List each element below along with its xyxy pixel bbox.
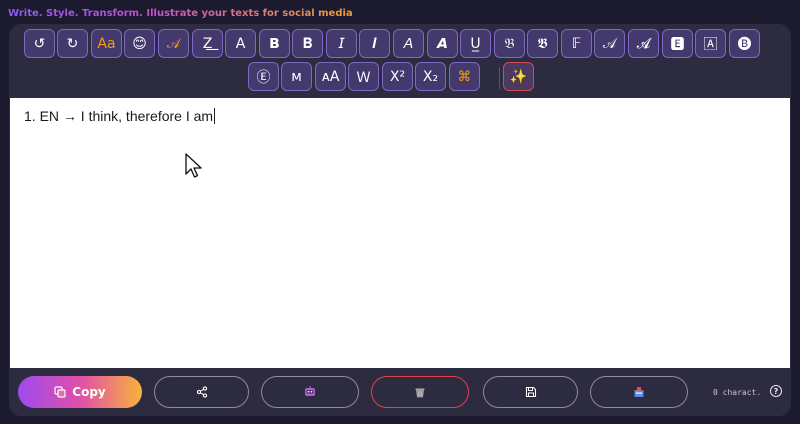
style-toolbar: ↺ ↻ Aa 😊 𝒜 Z͟ A 𝗕 𝐁 𝘐 𝑰 𝘈 𝘼 U̲ 𝔅 𝕭 𝔽 𝒜 𝓐 🅴 🄰 🅑 Ⓔᴍ ᴀA Ｗ X² X₂ ⌘ ✨ [9, 24, 791, 97]
strike-style-button[interactable]: Z͟ [192, 29, 223, 58]
emoji-button[interactable]: 😊 [124, 29, 155, 58]
action-bar: Copy 0 charact. ? [9, 368, 791, 416]
bold-fraktur-button[interactable]: 𝕭 [527, 29, 558, 58]
fraktur-button[interactable]: 𝔅 [494, 29, 525, 58]
trash-icon [415, 388, 425, 398]
bold-script-button[interactable]: 𝓐 [628, 29, 659, 58]
share-icon [196, 386, 207, 398]
export-button[interactable] [590, 376, 688, 408]
robot-icon [305, 386, 315, 396]
text-caret [214, 108, 216, 124]
small-caps-button[interactable]: ᴍ [281, 62, 312, 91]
bold-italic-serif-button[interactable]: 𝑰 [359, 29, 390, 58]
subscript-button[interactable]: X₂ [415, 62, 446, 91]
copy-button[interactable]: Copy [18, 376, 142, 408]
bold-serif-button[interactable]: 𝐁 [292, 29, 323, 58]
double-struck-button[interactable]: 𝔽 [561, 29, 592, 58]
redo-button[interactable]: ↻ [57, 29, 88, 58]
superscript-button[interactable]: X² [382, 62, 413, 91]
copy-icon [54, 386, 66, 398]
share-button[interactable] [154, 376, 249, 408]
circled-button[interactable]: Ⓔ [248, 62, 279, 91]
script-style-button[interactable]: 𝒜 [158, 29, 189, 58]
bold-italic-button[interactable]: 𝘼 [427, 29, 458, 58]
mixed-caps-button[interactable]: ᴀA [315, 62, 346, 91]
editor-content[interactable]: 1. EN → I think, therefore I am [24, 108, 216, 124]
editor-frame: ↺ ↻ Aa 😊 𝒜 Z͟ A 𝗕 𝐁 𝘐 𝑰 𝘈 𝘼 U̲ 𝔅 𝕭 𝔽 𝒜 𝓐 🅴 🄰 🅑 Ⓔᴍ ᴀA Ｗ X² X₂ ⌘ ✨ 1. … [9, 24, 791, 416]
case-button[interactable]: Aa [91, 29, 122, 58]
app-tagline: Write. Style. Transform. Illustrate your… [8, 8, 353, 19]
negative-square-button[interactable]: 🅴 [662, 29, 693, 58]
underline-button[interactable]: U̲ [460, 29, 491, 58]
italic-button[interactable]: 𝘈 [393, 29, 424, 58]
save-icon [525, 386, 536, 398]
text-editor[interactable]: 1. EN → I think, therefore I am [10, 98, 790, 368]
magic-button[interactable]: ✨ [503, 62, 534, 91]
help-icon[interactable]: ? [770, 385, 782, 397]
squared-button[interactable]: 🄰 [695, 29, 726, 58]
inbox-icon [634, 387, 644, 397]
bold-sans-button[interactable]: 𝗕 [259, 29, 290, 58]
undo-button[interactable]: ↺ [24, 29, 55, 58]
editor-text: 1. EN → I think, therefore I am [24, 108, 214, 124]
italic-sans-button[interactable]: 𝘐 [326, 29, 357, 58]
negative-circle-button[interactable]: 🅑 [729, 29, 760, 58]
plain-style-button[interactable]: A [225, 29, 256, 58]
script-button[interactable]: 𝒜 [594, 29, 625, 58]
ai-button[interactable] [261, 376, 359, 408]
copy-label: Copy [72, 385, 106, 399]
clear-button[interactable] [371, 376, 469, 408]
symbols-button[interactable]: ⌘ [449, 62, 480, 91]
mouse-pointer-icon [185, 153, 202, 178]
fullwidth-button[interactable]: Ｗ [348, 62, 379, 91]
toolbar-divider [499, 67, 500, 89]
save-button[interactable] [483, 376, 578, 408]
character-count: 0 charact. [713, 388, 762, 397]
